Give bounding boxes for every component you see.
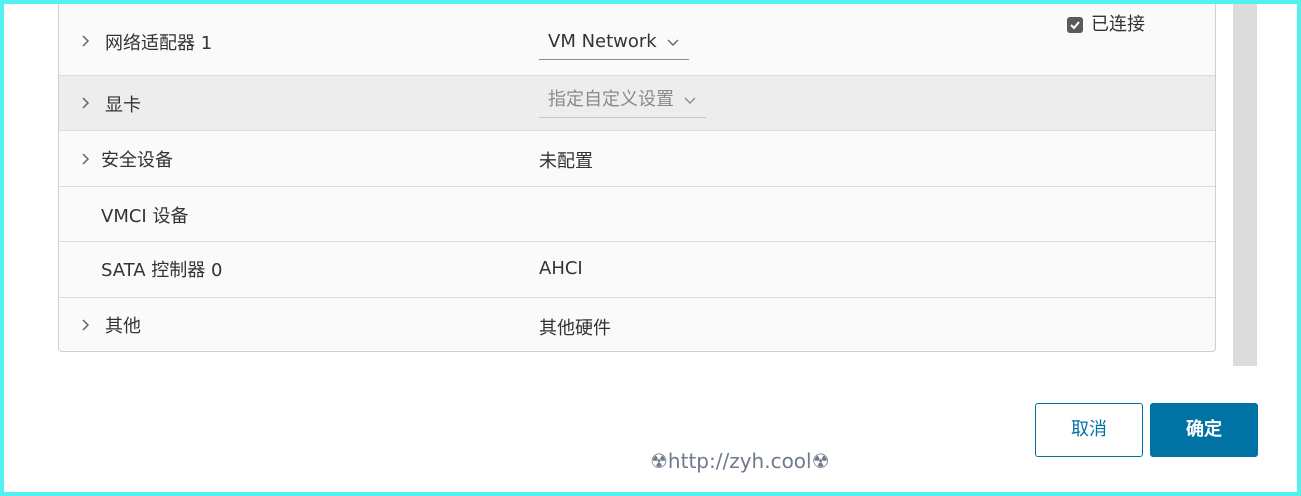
graphics-settings-select: 指定自定义设置 — [539, 86, 706, 118]
row-value: 未配置 — [539, 151, 593, 172]
row-value: 其他硬件 — [539, 318, 611, 339]
chevron-down-icon — [684, 86, 696, 114]
hardware-row-network-adapter: 网络适配器 1 VM Network 已连接 — [59, 4, 1215, 76]
chevron-right-icon[interactable] — [79, 34, 93, 48]
hardware-row-graphics-card: 显卡 指定自定义设置 — [59, 76, 1215, 131]
chevron-right-icon[interactable] — [79, 96, 93, 110]
connected-checkbox[interactable] — [1067, 17, 1083, 33]
hardware-row-security-device: 安全设备 未配置 — [59, 131, 1215, 187]
network-select[interactable]: VM Network — [539, 28, 689, 60]
row-label: 安全设备 — [101, 150, 173, 171]
hardware-row-vmci-device: VMCI 设备 — [59, 187, 1215, 242]
chevron-down-icon — [667, 28, 679, 56]
watermark-text: ☢http://zyh.cool☢ — [650, 449, 830, 473]
chevron-right-icon[interactable] — [79, 152, 93, 166]
connected-label: 已连接 — [1091, 14, 1145, 35]
select-value: VM Network — [548, 31, 657, 52]
row-label: 其他 — [105, 316, 141, 337]
hardware-row-sata-controller: SATA 控制器 0 AHCI — [59, 242, 1215, 298]
select-value: 指定自定义设置 — [548, 89, 674, 110]
scrollbar[interactable] — [1233, 4, 1257, 366]
ok-button[interactable]: 确定 — [1150, 403, 1258, 457]
cancel-button[interactable]: 取消 — [1035, 403, 1143, 457]
connected-checkbox-group[interactable]: 已连接 — [1067, 14, 1145, 36]
row-value: AHCI — [539, 258, 583, 279]
chevron-right-icon[interactable] — [79, 318, 93, 332]
hardware-settings-list: 网络适配器 1 VM Network 已连接 显卡 指定自定义设置 安全设备 未… — [58, 4, 1216, 352]
row-label: SATA 控制器 0 — [101, 260, 223, 281]
dialog-frame: 网络适配器 1 VM Network 已连接 显卡 指定自定义设置 安全设备 未… — [4, 4, 1297, 492]
row-label: 网络适配器 1 — [105, 33, 213, 54]
row-label: 显卡 — [105, 95, 141, 116]
row-label: VMCI 设备 — [101, 206, 189, 227]
hardware-row-other: 其他 其他硬件 — [59, 298, 1215, 351]
